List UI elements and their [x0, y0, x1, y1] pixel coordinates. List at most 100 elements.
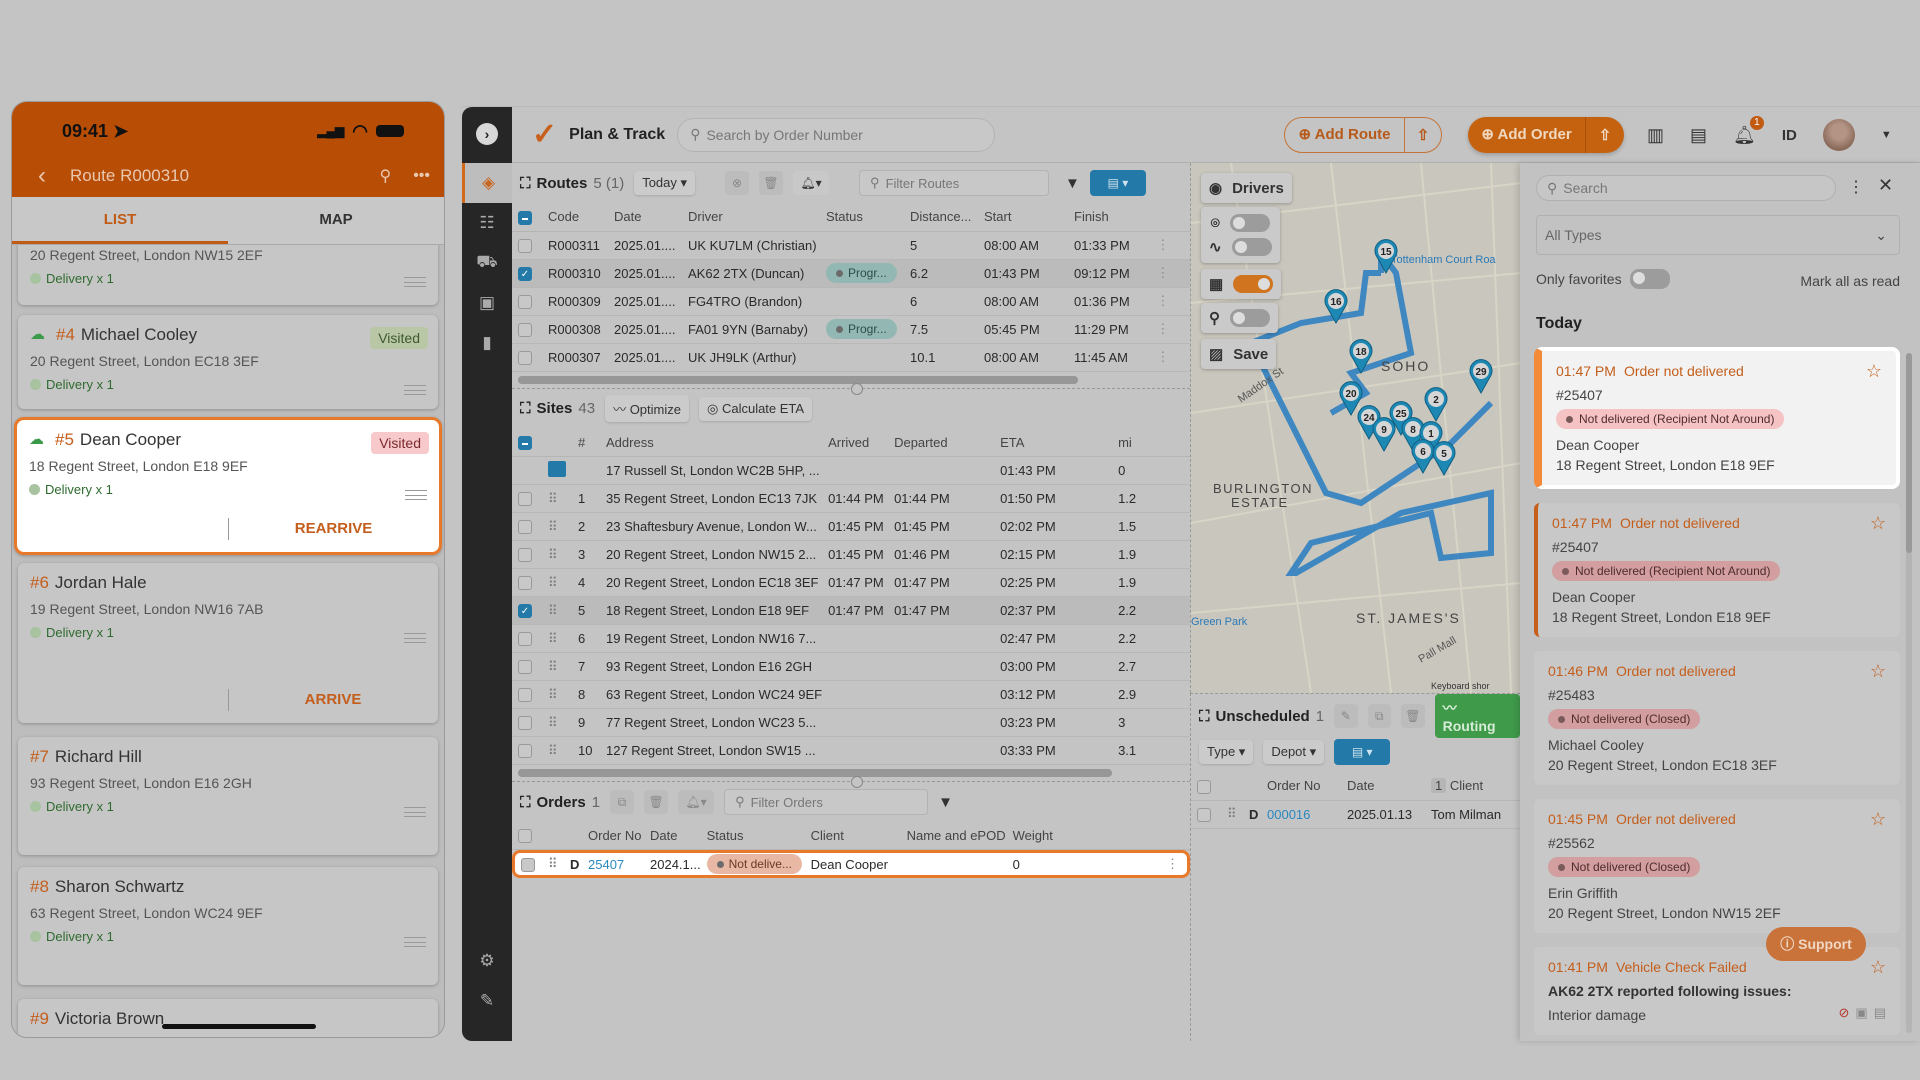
filter-routes-input[interactable]: ⚲ Filter Routes [859, 170, 1050, 196]
select-all-checkbox[interactable] [518, 829, 532, 844]
support-button[interactable]: ⓘ Support [1766, 927, 1866, 961]
col-start[interactable]: Start [978, 203, 1068, 232]
row-menu-icon[interactable]: ⋮ [1129, 315, 1190, 344]
route-row[interactable]: R000308 2025.01.... FA01 9YN (Barnaby) P… [512, 315, 1190, 344]
col-distance[interactable]: Distance... [904, 203, 978, 232]
col-client[interactable]: Client [804, 822, 901, 850]
drag-handle-icon[interactable]: ⠿ [548, 631, 557, 646]
type-select[interactable]: All Types ⌄ [1536, 215, 1900, 255]
row-checkbox[interactable] [518, 744, 532, 759]
search-icon[interactable]: ⚲ [379, 166, 391, 186]
tab-map[interactable]: MAP [228, 197, 444, 244]
stop-card[interactable]: #9 Victoria Brown [18, 999, 438, 1037]
site-row[interactable]: ⠿ 9 77 Regent Street, London WC23 5... 0… [512, 708, 1190, 737]
col-order-no[interactable]: Order No [582, 822, 644, 850]
site-row[interactable]: ⠿ 2 23 Shaftesbury Avenue, London W... 0… [512, 512, 1190, 541]
vertical-scrollbar[interactable] [1906, 353, 1912, 1033]
col-order-no[interactable]: Order No [1261, 772, 1341, 801]
comment-icon[interactable]: ▤ [1874, 1005, 1886, 1021]
notification-card[interactable]: 01:46 PM Order not delivered ☆ #25483 Not … [1534, 651, 1900, 785]
panel-splitter[interactable] [512, 776, 1190, 788]
horizontal-scrollbar[interactable] [518, 375, 1078, 384]
expand-sidebar-button[interactable]: › [476, 123, 498, 145]
cancel-icon[interactable]: ⊗ [725, 171, 750, 195]
drag-handle-icon[interactable]: ⠿ [548, 603, 557, 618]
depots-toggle[interactable] [1233, 275, 1274, 293]
route-row[interactable]: R000309 2025.01.... FG4TRO (Brandon) 6 0… [512, 287, 1190, 316]
add-route-button[interactable]: ⊕ Add Route [1285, 118, 1405, 152]
nav-routes-icon[interactable]: ◈ [462, 163, 512, 203]
stop-card[interactable]: #8 Sharon Schwartz 63 Regent Street, Lond… [18, 867, 438, 985]
upload-routes-icon[interactable]: ⇧ [1405, 126, 1441, 144]
map-marker[interactable]: 2 [1424, 387, 1448, 423]
depot-filter-dropdown[interactable]: Depot ▾ [1263, 740, 1325, 764]
expand-icon[interactable]: ⛶ [520, 794, 531, 811]
drivers-button[interactable]: ◉ Drivers [1201, 173, 1292, 203]
tab-list[interactable]: LIST [12, 197, 228, 244]
drag-handle-icon[interactable]: ⠿ [548, 575, 557, 590]
drag-handle-icon[interactable] [404, 385, 426, 395]
chevron-down-icon[interactable]: ▼ [1881, 129, 1892, 141]
stop-card[interactable]: #6 Jordan Hale 19 Regent Street, London N… [18, 563, 438, 723]
map-marker[interactable]: 9 [1372, 417, 1396, 453]
row-checkbox[interactable] [518, 492, 532, 507]
drag-handle-icon[interactable]: ⠿ [548, 491, 557, 506]
order-row-selected[interactable]: ⠿ D 25407 2024.1... Not delive... Dean C… [512, 850, 1190, 878]
drag-handle-icon[interactable] [404, 807, 426, 817]
row-checkbox[interactable] [518, 294, 532, 309]
stop-card-selected[interactable]: ☁ #5 Dean Cooper Visited 18 Regent Street,… [14, 417, 442, 555]
copy-icon[interactable]: ⧉ [610, 790, 635, 814]
stop-card[interactable]: ☁ #4 Michael Cooley Visited 20 Regent Stre… [18, 315, 438, 409]
col-status[interactable]: Status [820, 203, 904, 232]
col-weight[interactable]: Weight [1006, 822, 1077, 850]
chat-icon[interactable]: ▤ [1690, 125, 1707, 146]
stop-card[interactable]: ☁#3Erin Griffith Visited 20 Regent Stree… [18, 245, 438, 305]
route-row[interactable]: R000307 2025.01.... UK JH9LK (Arthur) 10… [512, 343, 1190, 372]
row-checkbox[interactable]: ✓ [518, 266, 532, 281]
row-menu-icon[interactable]: ⋮ [1129, 287, 1190, 316]
route-row[interactable]: ✓ R000310 2025.01.... AK62 2TX (Duncan) … [512, 259, 1190, 288]
bell-icon[interactable]: 🔔︎ 1 [1733, 115, 1764, 146]
mark-all-read-link[interactable]: Mark all as read [1800, 273, 1900, 289]
drag-handle-icon[interactable]: ⠿ [548, 547, 557, 562]
save-map-button[interactable]: ▨ Save [1201, 339, 1277, 369]
columns-icon[interactable]: ▥ [1647, 125, 1664, 146]
expand-icon[interactable]: ⛶ [1199, 708, 1210, 725]
date-filter-dropdown[interactable]: Today ▾ [634, 171, 696, 195]
row-menu-icon[interactable]: ⋮ [1129, 343, 1190, 372]
col-date[interactable]: Date [608, 203, 682, 232]
depot-row[interactable]: 17 Russell St, London WC2B 5HP, ... 01:4… [512, 456, 1190, 485]
site-row[interactable]: ⠿ 1 35 Regent Street, London EC13 7JK 01… [512, 484, 1190, 513]
row-checkbox[interactable]: ✓ [518, 604, 532, 619]
favorite-star-icon[interactable]: ☆ [1870, 513, 1886, 534]
more-options-icon[interactable]: ⋮ [1848, 177, 1864, 197]
upload-orders-icon[interactable]: ⇧ [1586, 126, 1624, 144]
drag-handle-icon[interactable] [405, 490, 427, 500]
copy-icon[interactable]: ⧉ [1367, 704, 1392, 728]
row-checkbox[interactable] [518, 238, 532, 253]
col-status[interactable]: Status [700, 822, 805, 850]
notification-card[interactable]: 01:47 PM Order not delivered ☆ #25407 Not … [1534, 503, 1900, 637]
select-all-checkbox[interactable] [518, 210, 532, 225]
rearrive-button[interactable]: REARRIVE [228, 518, 439, 540]
drag-handle-icon[interactable]: ⠿ [1227, 806, 1236, 821]
only-favorites-toggle[interactable] [1629, 269, 1670, 289]
row-checkbox[interactable] [518, 350, 532, 365]
panel-splitter[interactable] [512, 382, 1190, 395]
route-lines-toggle[interactable] [1231, 238, 1272, 256]
row-checkbox[interactable] [518, 520, 532, 535]
order-link[interactable]: 000016 [1261, 800, 1341, 829]
settings-icon[interactable]: ⚙ [462, 941, 512, 981]
routing-button[interactable]: 〰 Routing [1434, 694, 1521, 738]
drag-handle-icon[interactable] [404, 937, 426, 947]
notification-card-highlighted[interactable]: 01:47 PM Order not delivered ☆ #25407 Not … [1534, 347, 1900, 489]
site-row[interactable]: ✓ ⠿ 5 18 Regent Street, London E18 9EF 0… [512, 596, 1190, 625]
row-menu-icon[interactable]: ⋮ [1129, 231, 1190, 260]
drag-handle-icon[interactable]: ⠿ [548, 687, 557, 702]
site-row[interactable]: ⠿ 4 20 Regent Street, London EC18 3EF 01… [512, 568, 1190, 597]
col-arrived[interactable]: Arrived [822, 428, 889, 457]
notification-search-input[interactable]: ⚲ Search [1536, 175, 1836, 201]
col-departed[interactable]: Departed [888, 428, 995, 457]
col-client[interactable]: 1 Client [1425, 772, 1520, 801]
row-checkbox[interactable] [518, 688, 532, 703]
